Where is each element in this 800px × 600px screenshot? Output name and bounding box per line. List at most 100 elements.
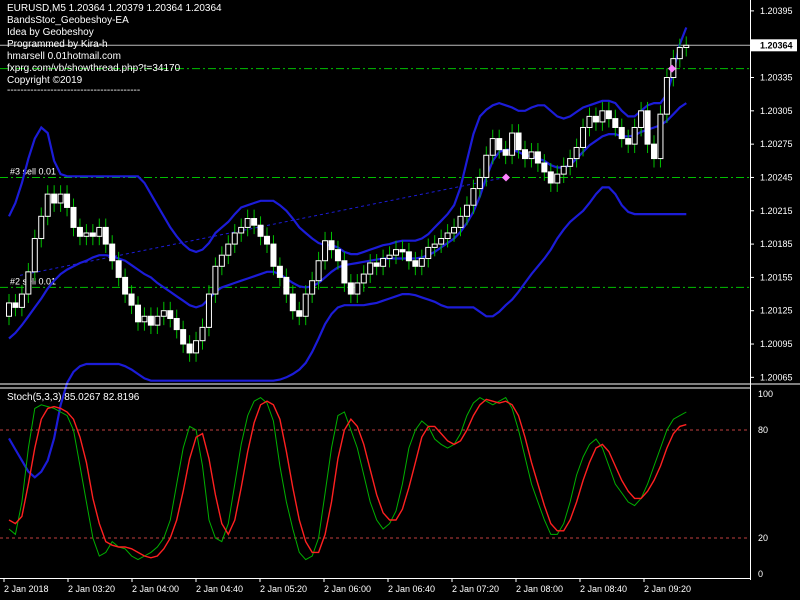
candle-bull	[25, 271, 32, 295]
candle-bull	[218, 254, 225, 267]
price-tick-label: 1.20095	[760, 339, 793, 349]
candle-bear	[76, 226, 83, 237]
candle-bull	[483, 154, 490, 178]
candle-bear	[264, 235, 270, 245]
candle-bull	[438, 238, 445, 245]
candle-bear	[167, 310, 174, 319]
candle-bull	[57, 193, 64, 204]
trade-marker	[502, 173, 510, 182]
info-box: EURUSD,M5 1.20364 1.20379 1.20364 1.2036…	[7, 3, 222, 96]
candle-bear	[257, 224, 264, 237]
candle-bull	[380, 258, 387, 267]
candle-bull	[205, 293, 212, 328]
candle-bear	[334, 249, 341, 262]
time-tick-label: 2 Jan 06:00	[324, 584, 371, 594]
time-tick-label: 2 Jan 06:40	[388, 584, 435, 594]
candle-bull	[599, 110, 606, 123]
candle-bull	[676, 47, 683, 60]
candle-bear	[173, 317, 180, 331]
candle-bull	[470, 188, 477, 206]
candle-bear	[51, 193, 58, 204]
order-line-label: #2 sell 0.01	[10, 276, 56, 286]
time-tick-label: 2 Jan 05:20	[260, 584, 307, 594]
candle-bull	[160, 310, 167, 317]
candle-bear	[70, 206, 77, 228]
candle-bull	[199, 326, 206, 342]
time-tick-label: 2 Jan 07:20	[452, 584, 499, 594]
time-tick-label: 2 Jan 04:00	[132, 584, 179, 594]
candle-bull	[683, 44, 690, 49]
candle-bear	[283, 276, 290, 295]
stoch-signal-line	[8, 398, 687, 559]
candle-bear	[592, 115, 599, 123]
price-tick-label: 1.20395	[760, 6, 793, 16]
candle-bull	[238, 226, 245, 234]
candle-bull	[657, 113, 664, 160]
candle-bear	[651, 143, 657, 160]
candle-bull	[96, 226, 103, 237]
separator-line: ----------------------------------------	[7, 85, 141, 96]
candle-bull	[580, 126, 587, 148]
candle-bear	[618, 126, 625, 140]
email-line: hmarsell 0.01hotmail.com	[7, 51, 121, 62]
candle-bear	[276, 265, 283, 278]
candle-bull	[315, 260, 322, 282]
candle-bull	[393, 249, 399, 256]
stochastic-panel	[0, 396, 750, 561]
time-tick-label: 2 Jan 08:00	[516, 584, 563, 594]
candle-bull	[360, 273, 367, 284]
price-tick-label: 1.20335	[760, 73, 793, 83]
order-line-label: #3 sell 0.01	[10, 166, 56, 176]
candle-bull	[573, 146, 580, 160]
candle-bull	[567, 158, 574, 167]
time-tick-label: 2 Jan 2018	[4, 584, 49, 594]
candle-bear	[270, 243, 277, 267]
candle-bear	[625, 138, 632, 145]
stoch-tick-label: 80	[758, 425, 768, 435]
url-line: fxprg.com/vb/showthread.php?t=34170	[7, 63, 181, 74]
candle-bear	[128, 293, 135, 306]
candle-bear	[251, 218, 258, 226]
candle-bull	[154, 315, 161, 326]
candle-bear	[180, 329, 187, 345]
candle-bull	[489, 138, 496, 156]
candle-bull	[354, 282, 361, 295]
candle-bear	[541, 162, 548, 173]
candle-bull	[528, 151, 535, 160]
candle-bear	[102, 226, 109, 245]
stoch-tick-label: 0	[758, 569, 763, 579]
candle-bull	[418, 258, 425, 267]
stoch-main-line	[8, 396, 687, 561]
candle-bear	[412, 260, 419, 267]
current-price-label: 1.20364	[760, 40, 793, 50]
candle-bear	[122, 276, 129, 295]
candle-bull	[554, 173, 561, 184]
candle-bear	[135, 304, 141, 323]
price-tick-label: 1.20155	[760, 272, 793, 282]
candle-bull	[6, 302, 12, 317]
price-tick-label: 1.20215	[760, 206, 793, 216]
candle-bull	[225, 243, 232, 256]
price-tick-label: 1.20245	[760, 172, 793, 182]
candle-bear	[373, 262, 380, 267]
candle-bull	[386, 254, 393, 260]
candle-bear	[547, 171, 554, 184]
candle-bull	[244, 218, 251, 228]
candle-bull	[367, 262, 374, 275]
price-tick-label: 1.20125	[760, 306, 793, 316]
candle-bear	[399, 249, 406, 253]
candle-bull	[302, 293, 309, 317]
candle-bull	[44, 193, 51, 217]
candle-bull	[38, 215, 45, 240]
candle-bull	[631, 126, 638, 145]
band-lower-line	[8, 186, 687, 479]
candle-bear	[328, 240, 335, 251]
candle-bear	[612, 118, 619, 128]
time-tick-label: 2 Jan 08:40	[580, 584, 627, 594]
ea-name: BandsStoc_Geobeshoy-EA	[7, 15, 129, 26]
candle-bear	[341, 260, 348, 284]
programmer-line: Programmed by Kira-h	[7, 39, 108, 50]
candle-bull	[425, 246, 432, 260]
candle-bull	[463, 204, 470, 217]
candle-bear	[12, 302, 19, 308]
